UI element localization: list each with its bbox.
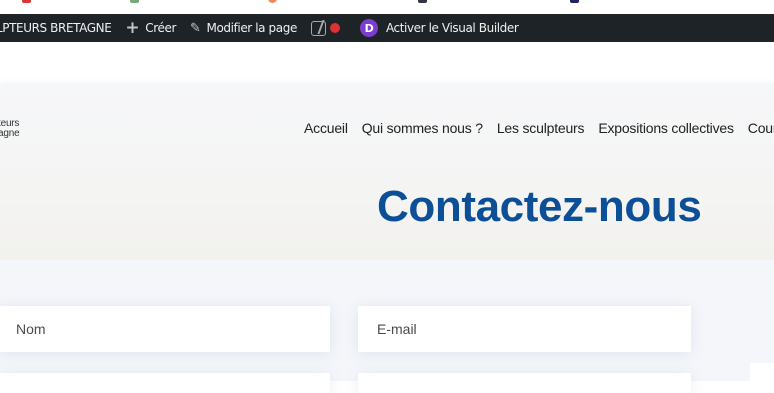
bookmark-favicon-navy-icon[interactable] [570, 0, 579, 3]
bookmark-favicon-green-icon[interactable] [130, 0, 139, 3]
name-placeholder: Nom [16, 321, 46, 337]
page-header: teurs agne Accueil Qui sommes nous ? Les… [0, 84, 774, 260]
seo-status-dot-icon [329, 23, 340, 33]
main-navigation: Accueil Qui sommes nous ? Les sculpteurs… [304, 118, 774, 138]
email-placeholder: E-mail [377, 321, 417, 337]
form-field-row2-right[interactable] [358, 373, 691, 393]
side-panel [750, 363, 774, 393]
create-label: Créer [145, 21, 177, 35]
nav-item-accueil[interactable]: Accueil [304, 120, 348, 136]
site-name-label: LPTEURS BRETAGNE [0, 21, 112, 35]
yoast-seo-icon [310, 20, 326, 36]
edit-page-label: Modifier la page [206, 21, 298, 35]
nav-item-expositions-collectives[interactable]: Expositions collectives [598, 120, 734, 136]
nav-item-cours[interactable]: Cour [748, 120, 774, 136]
nav-item-les-sculpteurs[interactable]: Les sculpteurs [497, 120, 585, 136]
admin-bar-edit-page-button[interactable]: ✎ Modifier la page [183, 14, 304, 42]
top-spacer [0, 42, 774, 84]
form-field-row2-left[interactable] [0, 373, 330, 393]
admin-bar-yoast-button[interactable] [304, 14, 353, 42]
bookmark-favicon-dark-icon[interactable] [418, 0, 427, 3]
admin-bar-create-button[interactable]: + Créer [118, 14, 183, 42]
nav-item-qui-sommes-nous[interactable]: Qui sommes nous ? [362, 120, 483, 136]
bookmark-favicon-red-icon[interactable] [22, 0, 31, 3]
admin-bar-site-name[interactable]: LPTEURS BRETAGNE [0, 14, 118, 42]
name-field[interactable]: Nom [0, 306, 330, 352]
divi-logo-icon: D [359, 19, 378, 37]
site-logo[interactable]: teurs agne [0, 119, 20, 139]
email-field[interactable]: E-mail [358, 306, 691, 352]
wp-admin-bar: LPTEURS BRETAGNE + Créer ✎ Modifier la p… [0, 14, 774, 42]
logo-line-2: agne [0, 128, 20, 139]
page-title: Contactez-nous [377, 182, 702, 231]
visual-builder-label: Activer le Visual Builder [385, 21, 519, 35]
admin-bar-visual-builder-button[interactable]: D Activer le Visual Builder [353, 14, 525, 42]
contact-form: Nom E-mail [0, 260, 774, 393]
bookmark-favicon-orange-icon[interactable] [268, 0, 277, 3]
browser-bookmarks-strip [0, 0, 774, 14]
pencil-icon: ✎ [190, 20, 201, 36]
plus-icon: + [125, 17, 140, 38]
